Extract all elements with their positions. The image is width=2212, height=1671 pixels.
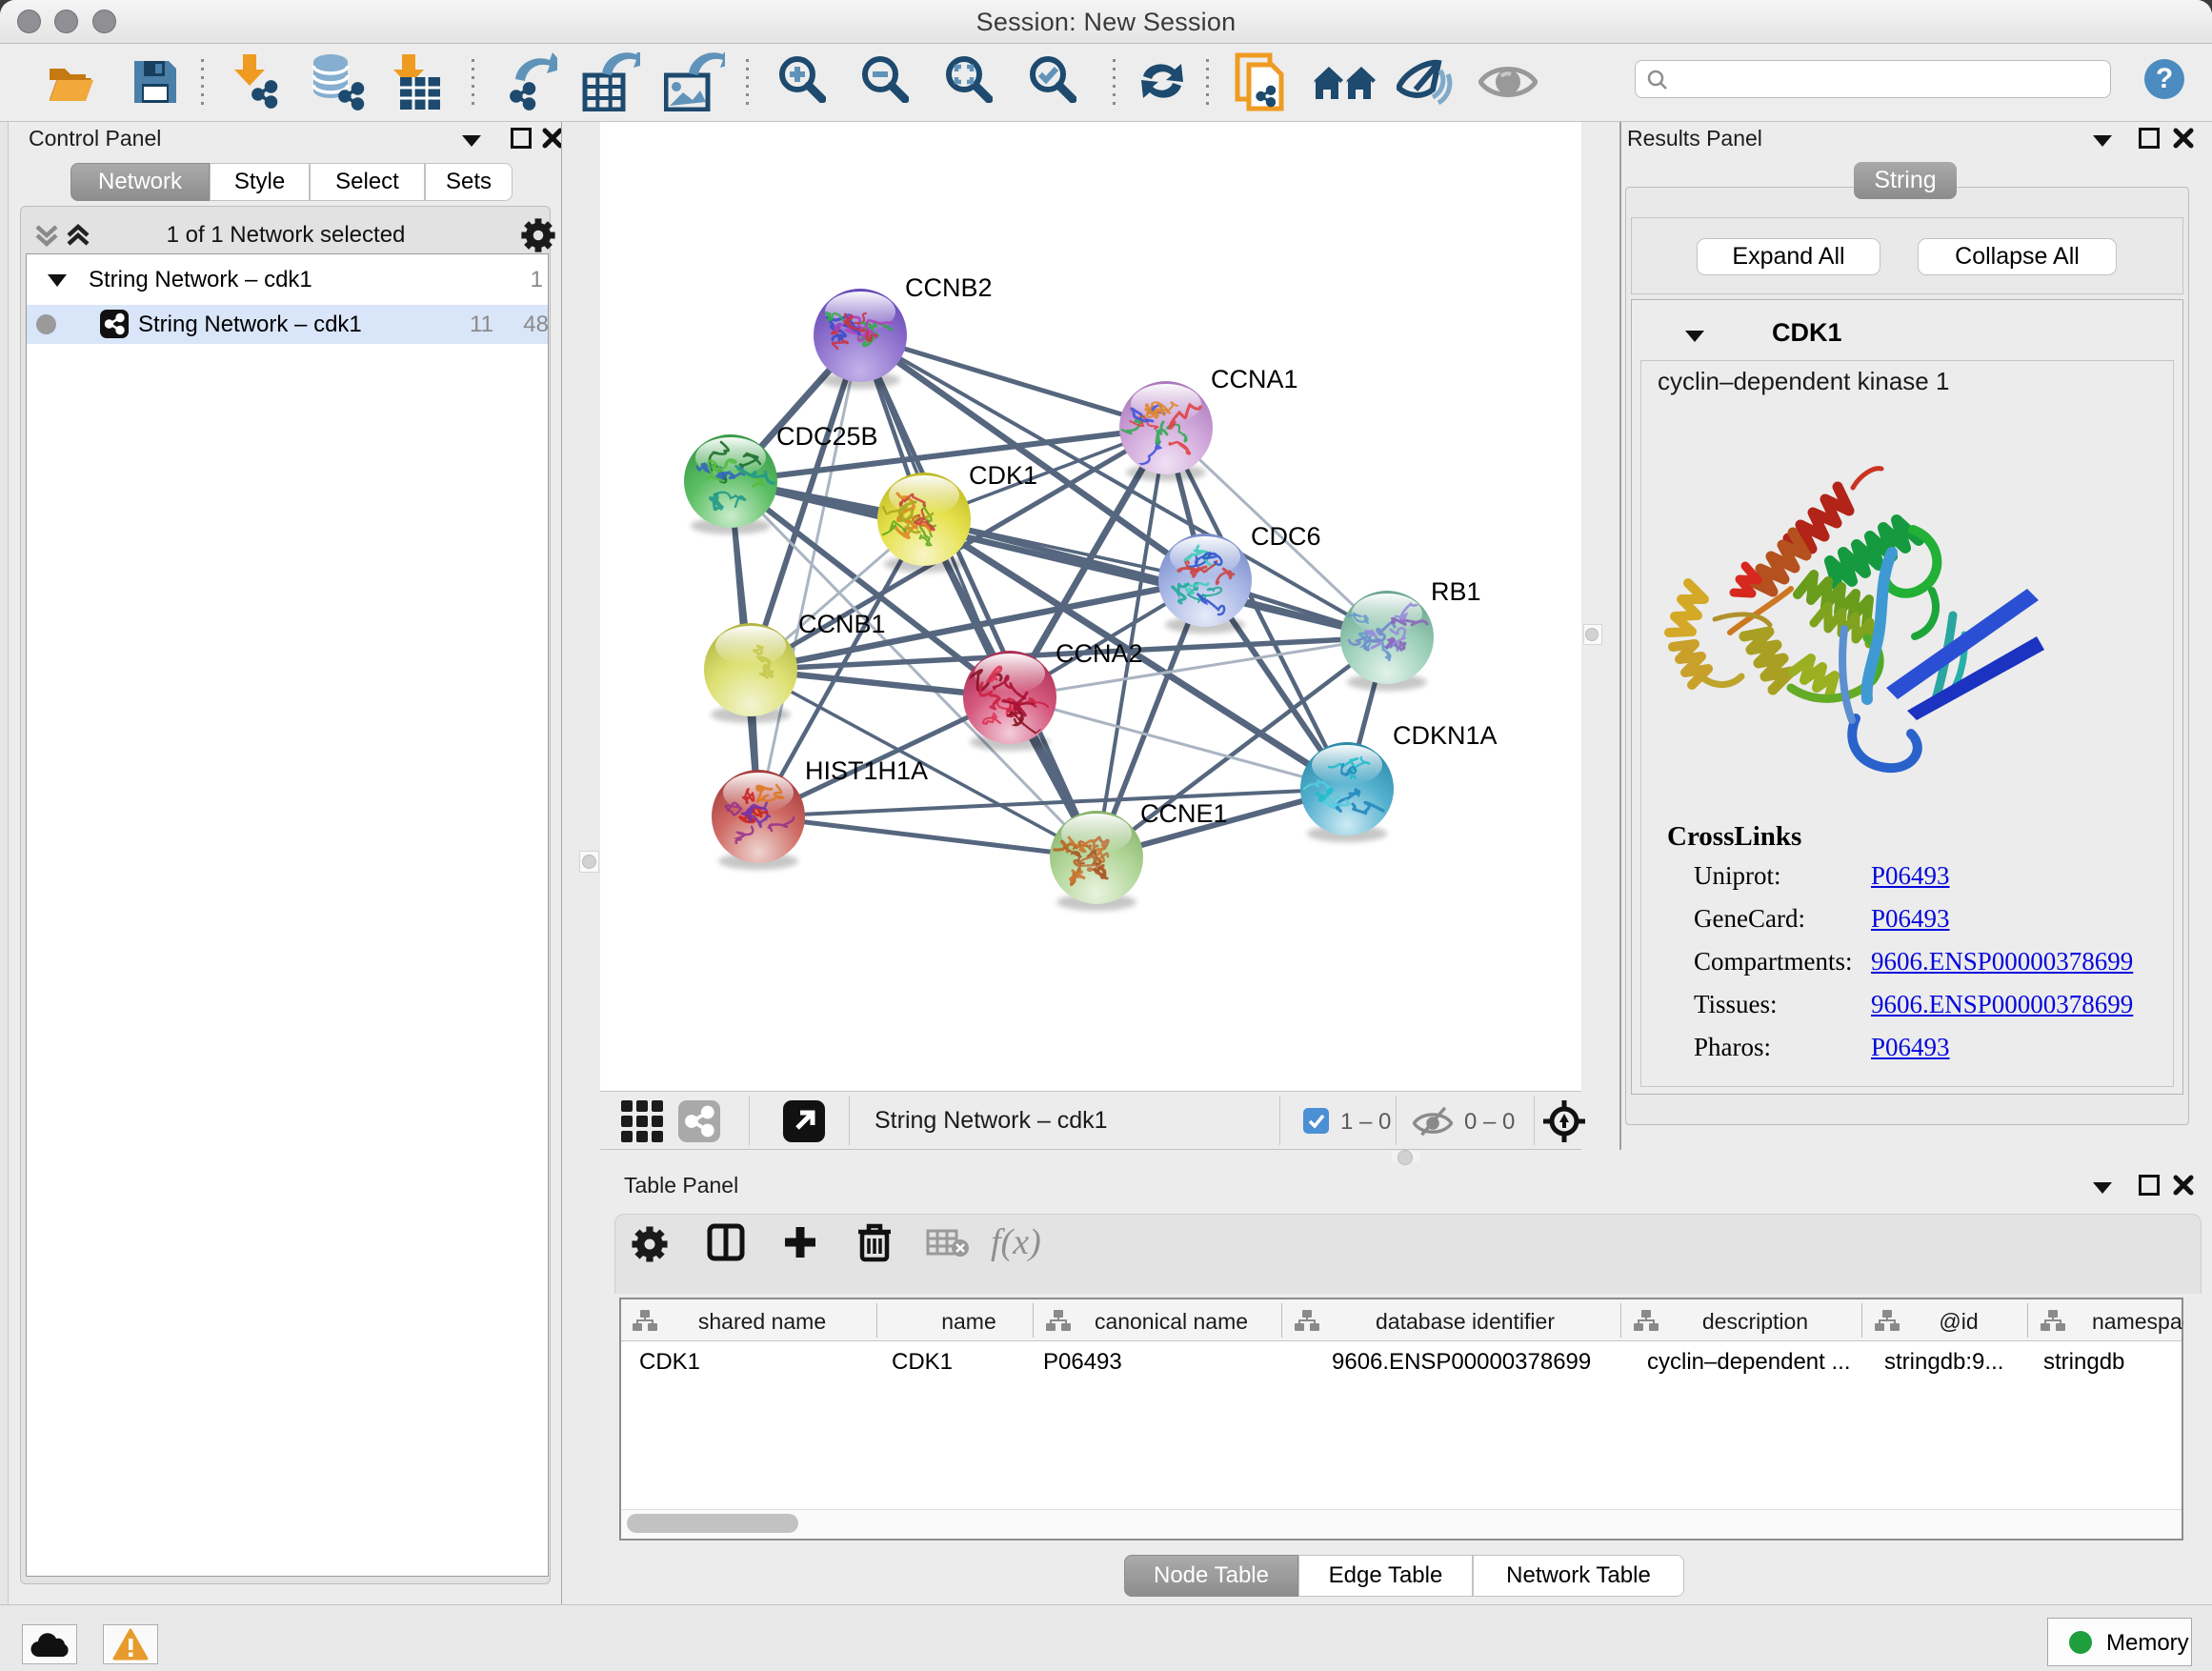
svg-text:CDK1: CDK1	[969, 461, 1037, 490]
svg-text:CCNA1: CCNA1	[1211, 365, 1298, 393]
svg-text:CDC6: CDC6	[1251, 522, 1321, 551]
svg-text:CCNB2: CCNB2	[905, 273, 993, 302]
svg-text:CDKN1A: CDKN1A	[1393, 721, 1498, 750]
svg-text:RB1: RB1	[1431, 577, 1481, 606]
svg-text:CCNB1: CCNB1	[798, 610, 886, 638]
svg-text:CCNA2: CCNA2	[1056, 639, 1143, 668]
svg-text:CDC25B: CDC25B	[776, 422, 878, 451]
svg-text:HIST1H1A: HIST1H1A	[805, 756, 928, 785]
svg-text:CCNE1: CCNE1	[1140, 799, 1228, 828]
